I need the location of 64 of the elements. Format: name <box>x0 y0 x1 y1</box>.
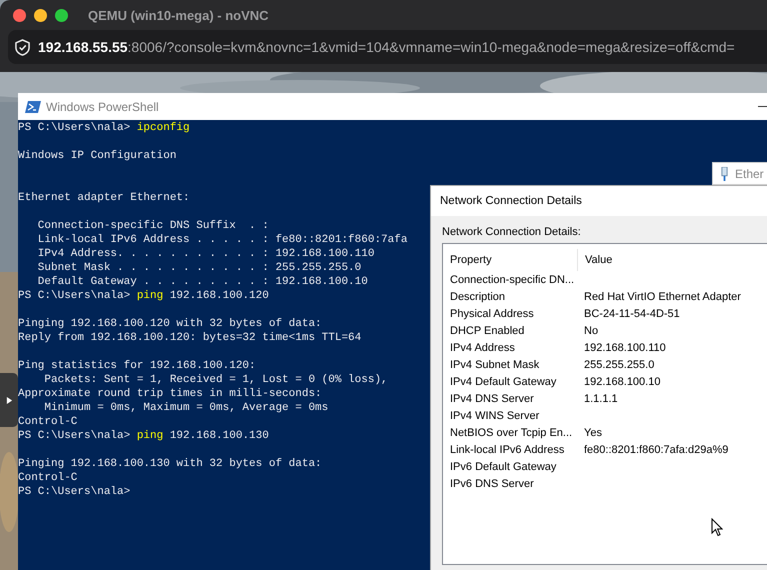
group-label: Network Connection Details: <box>442 226 582 240</box>
property-cell-text: DHCP Enabled <box>449 324 526 336</box>
console-line: Control-C <box>18 471 78 485</box>
command-text: ping <box>136 429 164 443</box>
powershell-icon <box>25 100 41 112</box>
property-cell-text: IPv4 DNS Server <box>449 392 535 404</box>
tab-label: Ether <box>735 166 764 180</box>
close-button[interactable] <box>13 8 26 22</box>
mouse-pointer-icon <box>711 518 723 537</box>
value-cell: No <box>584 324 598 336</box>
prompt-text: PS C:\Users\nala> <box>18 485 130 499</box>
window-title: QEMU (win10-mega) - noVNC <box>88 8 269 22</box>
property-cell-text: IPv4 Default Gateway <box>449 376 558 388</box>
property-cell-text: IPv4 WINS Server <box>449 410 540 422</box>
minimize-button[interactable] <box>34 8 47 22</box>
command-argument: 192.168.100.120 <box>168 289 269 303</box>
property-cell-text: Connection-specific DN... <box>449 274 576 286</box>
property-cell-text: IPv6 DNS Server <box>449 478 535 490</box>
triangle-icon <box>6 396 12 404</box>
value-cell: 255.255.255.0 <box>584 358 654 370</box>
console-line: Minimum = 0ms, Maximum = 0ms, Average = 0ms <box>43 401 328 415</box>
console-line: Pinging 192.168.100.120 with 32 bytes of data: <box>18 317 322 331</box>
address-bar[interactable]: 192.168.55.55:8006/?console=kvm&novnc=1&vmid=104&vmname=win10-mega&node=mega&resize=off&cmd= <box>8 30 767 64</box>
column-header[interactable]: Value <box>578 254 612 266</box>
value-cell: fe80::8201:f860:7afa:d29a%9 <box>584 444 728 456</box>
console-line: Packets: Sent = 1, Received = 1, Lost = 0 (0% loss), <box>43 373 388 387</box>
console-line: Ethernet adapter Ethernet: <box>18 191 190 205</box>
column-header[interactable]: Property <box>443 249 578 271</box>
prompt-text: PS C:\Users\nala> <box>18 289 132 303</box>
property-cell-text: NetBIOS over Tcpip En... <box>449 426 574 438</box>
console-line: Default Gateway . . . . . . . . . : 192.168.100.10 <box>36 275 368 289</box>
window-title: Windows PowerShell <box>46 100 159 114</box>
console-line: Ping statistics for 192.168.100.120: <box>18 359 256 373</box>
value-cell: 192.168.100.10 <box>584 376 660 388</box>
value-cell: Yes <box>584 426 602 438</box>
prompt-text: PS C:\Users\nala> <box>18 429 132 443</box>
control-bar-handle[interactable] <box>0 373 18 427</box>
shield-icon <box>15 38 30 56</box>
command-text: ipconfig <box>136 121 190 135</box>
property-cell-text: IPv6 Default Gateway <box>449 460 558 472</box>
zoom-button[interactable] <box>55 8 68 22</box>
console-line: Connection-specific DNS Suffix . : <box>36 219 269 233</box>
prompt-text: PS C:\Users\nala> <box>18 121 132 135</box>
property-cell-text: Description <box>449 290 506 302</box>
console-line: Pinging 192.168.100.130 with 32 bytes of data: <box>18 457 322 471</box>
property-cell-text: IPv4 Address <box>449 342 516 354</box>
network-cable-icon <box>721 166 728 180</box>
command-argument: 192.168.100.130 <box>168 429 269 443</box>
console-line: Subnet Mask . . . . . . . . . . . : 255.255.255.0 <box>36 261 362 275</box>
console-line: Approximate round trip times in milli-seconds: <box>18 387 322 401</box>
dialog-title: Network Connection Details <box>440 195 582 207</box>
property-cell-text: Physical Address <box>449 308 535 320</box>
console-line: Reply from 192.168.100.120: bytes=32 time<1ms TTL=64 <box>18 331 362 345</box>
command-text: ping <box>136 289 164 303</box>
console-line: Link-local IPv6 Address . . . . . : fe80::8201:f860:7afa <box>36 233 408 247</box>
console-line: Windows IP Configuration <box>18 149 176 163</box>
value-cell: Red Hat VirtIO Ethernet Adapter <box>584 290 741 302</box>
property-cell-text: IPv4 Subnet Mask <box>449 358 540 370</box>
console-line: IPv4 Address. . . . . . . . . . . : 192.168.100.110 <box>36 247 374 261</box>
value-cell: 1.1.1.1 <box>584 392 618 404</box>
value-cell: BC-24-11-54-4D-51 <box>584 308 680 320</box>
property-cell-text: Link-local IPv6 Address <box>449 444 566 456</box>
value-cell: 192.168.100.110 <box>584 342 666 354</box>
console-line: Control-C <box>18 415 78 429</box>
